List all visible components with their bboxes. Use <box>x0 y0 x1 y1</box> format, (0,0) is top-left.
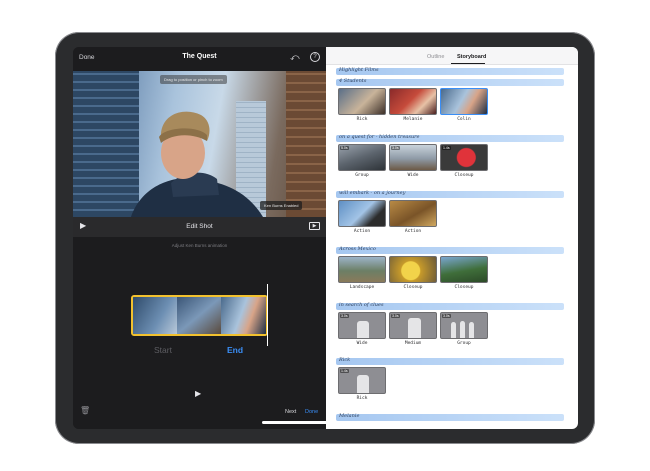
shot-thumbnail <box>338 256 386 283</box>
end-button[interactable]: End <box>227 345 243 355</box>
home-indicator <box>262 421 388 424</box>
section-heading[interactable]: Highlight Films <box>339 67 379 73</box>
section-heading[interactable]: Melanie <box>339 413 359 419</box>
shot-caption: Closeup <box>403 285 423 290</box>
duration-badge: 3.0s <box>340 314 349 318</box>
silhouette <box>451 322 456 338</box>
project-title: The Quest <box>182 53 217 60</box>
shot-thumbnail <box>389 256 437 283</box>
next-button[interactable]: Next <box>285 409 296 415</box>
person-figure <box>131 111 263 217</box>
duration-badge: 5.0s <box>340 146 349 150</box>
shot-caption: Wide <box>407 173 419 178</box>
silhouette <box>357 321 369 338</box>
video-preview[interactable]: Drag to position or pinch to zoom Ken Bu… <box>73 71 326 217</box>
clip-frame <box>133 297 177 334</box>
section-heading[interactable]: Across Mexico <box>339 246 376 252</box>
section-heading[interactable]: 4 Students <box>339 78 366 84</box>
undo-icon[interactable]: ⤺ <box>290 52 300 63</box>
shot-caption: Action <box>353 229 371 234</box>
done-button[interactable]: Done <box>305 409 318 415</box>
shot-thumbnail <box>338 200 386 227</box>
section-highlight <box>336 414 564 421</box>
duration-badge: 3.0s <box>391 314 400 318</box>
shot-caption: Rick <box>356 117 368 122</box>
edit-shot-bar: ▶ Edit Shot ▶ <box>73 217 326 237</box>
silhouette <box>460 321 465 338</box>
silhouette <box>469 322 474 338</box>
shot-caption: Melanie <box>403 117 423 122</box>
shot-thumbnail <box>389 88 437 115</box>
app-screen: Done The Quest ⤺ ? Drag to position or p… <box>73 47 578 429</box>
shot-caption: Group <box>355 173 369 178</box>
section-heading[interactable]: Rick <box>339 357 350 363</box>
help-icon[interactable]: ? <box>310 52 320 62</box>
duration-badge: 3.0s <box>442 314 451 318</box>
section-heading[interactable]: on a quest for - hidden treasure <box>339 134 420 140</box>
storyboard-panel: Outline Storyboard Highlight Films 4 Stu… <box>326 47 578 429</box>
ken-burns-hint: Adjust Ken Burns animation <box>171 243 228 248</box>
duration-badge: 1.4s <box>340 369 349 373</box>
shot-caption: Colin <box>457 117 471 122</box>
shot-caption: Closeup <box>454 173 474 178</box>
section-highlight <box>336 79 564 86</box>
fullscreen-preview-icon[interactable]: ▶ <box>309 222 320 230</box>
duration-badge: 1.4s <box>442 146 451 150</box>
play-icon[interactable]: ▶ <box>195 389 201 398</box>
shot-thumbnail <box>440 256 488 283</box>
section-heading[interactable]: will embark - on a journey <box>339 190 405 196</box>
shot-thumbnail <box>440 88 488 115</box>
editor-top-bar: Done The Quest ⤺ ? <box>73 47 326 71</box>
view-tabs: Outline Storyboard <box>326 47 578 65</box>
duration-badge: 3.0s <box>391 146 400 150</box>
trash-icon[interactable]: 🗑 <box>80 406 90 415</box>
section-highlight <box>336 358 564 365</box>
shot-caption: Wide <box>356 341 368 346</box>
tab-outline[interactable]: Outline <box>427 54 444 60</box>
editor-panel: Done The Quest ⤺ ? Drag to position or p… <box>73 47 326 429</box>
clip-frame <box>177 297 221 334</box>
clip-frame <box>221 297 266 334</box>
shot-caption: Action <box>404 229 422 234</box>
shot-thumbnail <box>389 200 437 227</box>
playhead[interactable] <box>267 284 268 346</box>
shot-thumbnail <box>338 88 386 115</box>
shot-caption: Medium <box>404 341 422 346</box>
section-heading[interactable]: in search of clues <box>339 302 384 308</box>
edit-shot-label: Edit Shot <box>186 223 213 230</box>
ken-burns-badge[interactable]: Ken Burns Enabled <box>260 201 303 210</box>
shot-caption: Landscape <box>349 285 375 290</box>
shot-caption: Closeup <box>454 285 474 290</box>
tab-storyboard[interactable]: Storyboard <box>457 54 486 60</box>
shot-caption: Rick <box>356 396 368 401</box>
start-button[interactable]: Start <box>154 345 172 355</box>
clip-trimmer[interactable] <box>131 295 268 336</box>
preview-hint: Drag to position or pinch to zoom <box>160 75 227 84</box>
tab-indicator <box>451 63 485 64</box>
shot-caption: Group <box>457 341 471 346</box>
silhouette <box>357 375 369 393</box>
silhouette <box>408 318 421 338</box>
